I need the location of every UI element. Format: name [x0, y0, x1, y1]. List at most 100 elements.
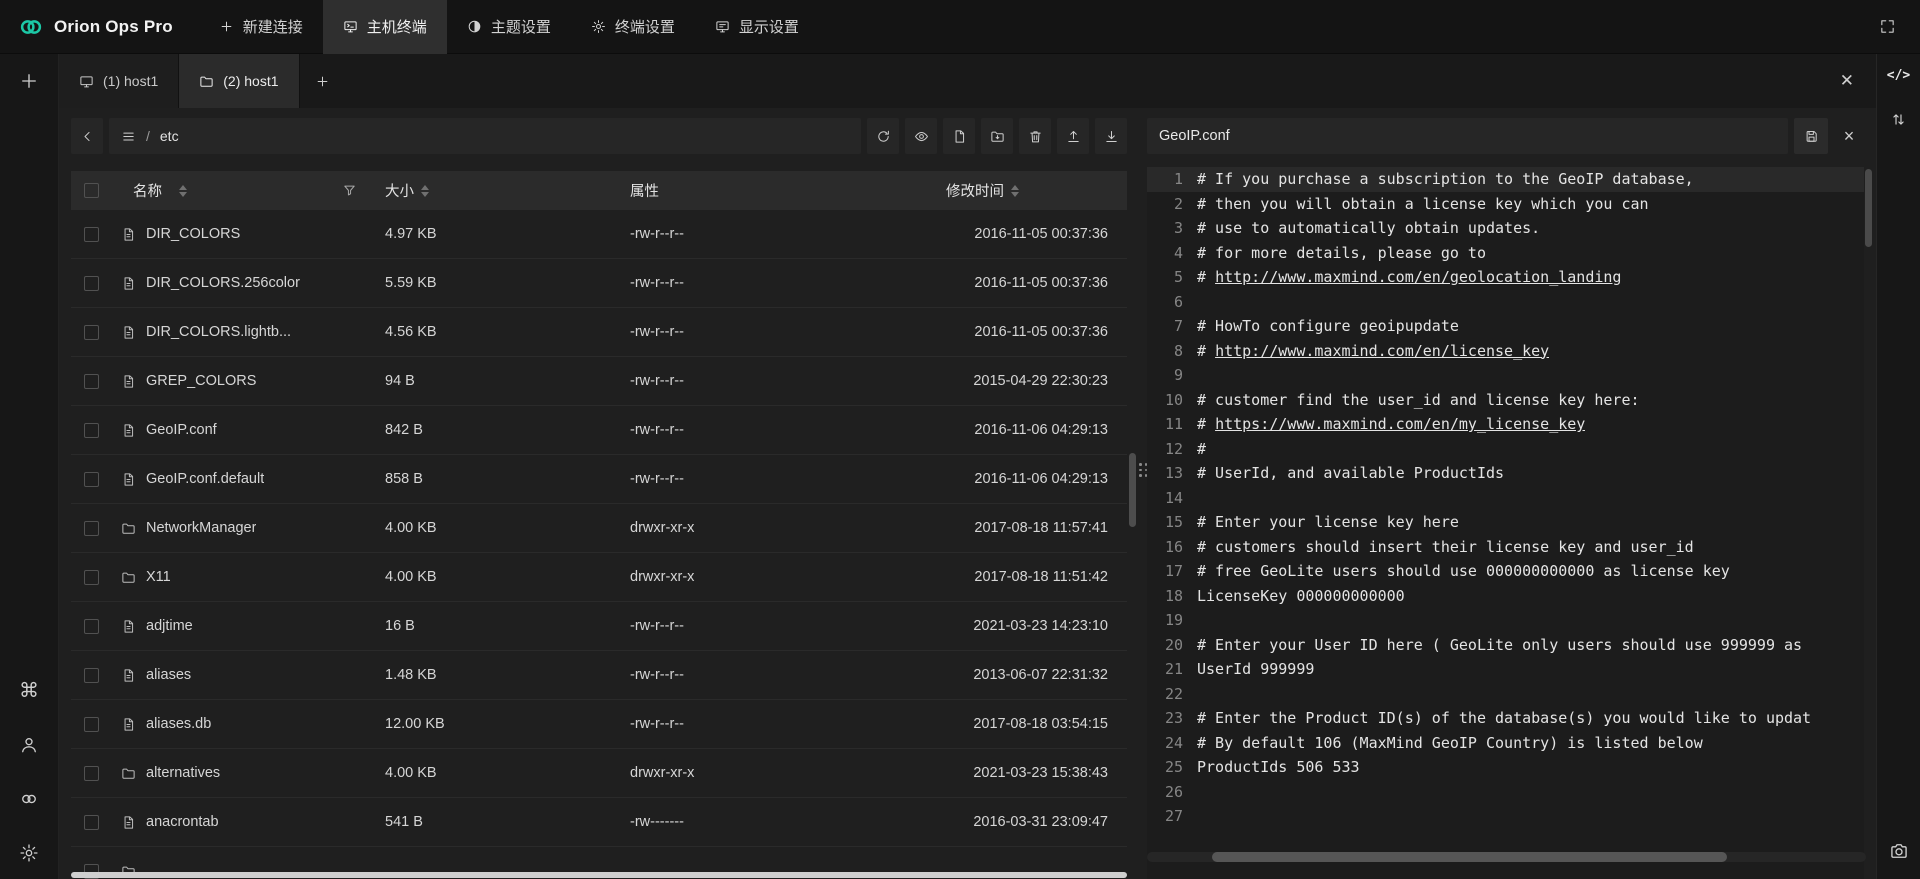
back-button[interactable] [71, 118, 103, 154]
row-checkbox[interactable] [84, 766, 99, 781]
file-mtime: 2016-11-05 00:37:36 [930, 275, 1127, 291]
nav-item-terminal-settings[interactable]: 终端设置 [571, 0, 695, 54]
row-checkbox[interactable] [84, 717, 99, 732]
panel-resize-handle[interactable] [1139, 463, 1147, 477]
table-row[interactable]: DIR_COLORS.lightb... 4.56 KB -rw-r--r-- … [71, 308, 1127, 357]
code-link[interactable]: http://www.maxmind.com/en/license_key [1215, 342, 1549, 360]
file-size: 4.00 KB [385, 569, 630, 585]
screenshot-button[interactable] [1889, 841, 1909, 861]
current-path[interactable]: etc [160, 128, 179, 144]
add-connection-button[interactable] [19, 71, 39, 91]
chevron-left-icon [80, 129, 95, 144]
table-row[interactable]: GeoIP.conf 842 B -rw-r--r-- 2016-11-06 0… [71, 406, 1127, 455]
table-row[interactable]: aliases 1.48 KB -rw-r--r-- 2013-06-07 22… [71, 651, 1127, 700]
header-time[interactable]: 修改时间 [930, 180, 1127, 201]
code-editor[interactable]: 1 # If you purchase a subscription to th… [1147, 167, 1864, 879]
select-all-checkbox[interactable] [84, 183, 99, 198]
file-table: 名称 大小 属性 修改时间 [71, 171, 1127, 879]
table-row[interactable]: alternatives 4.00 KB drwxr-xr-x 2021-03-… [71, 749, 1127, 798]
file-attrs: -rw-r--r-- [630, 275, 930, 291]
link-rings-icon [19, 789, 39, 809]
file-mtime: 2016-03-31 23:09:47 [930, 814, 1127, 830]
code-link[interactable]: http://www.maxmind.com/en/geolocation_la… [1215, 268, 1621, 286]
editor-hscrollbar-track[interactable] [1147, 852, 1866, 862]
editor-hscrollbar-thumb[interactable] [1212, 852, 1727, 862]
fullscreen-icon [1879, 18, 1896, 35]
download-button[interactable] [1095, 118, 1127, 154]
file-size: 858 B [385, 471, 630, 487]
delete-button[interactable] [1019, 118, 1051, 154]
table-row[interactable]: aliases.db 12.00 KB -rw-r--r-- 2017-08-1… [71, 700, 1127, 749]
table-row[interactable]: NetworkManager 4.00 KB drwxr-xr-x 2017-0… [71, 504, 1127, 553]
fullscreen-button[interactable] [1879, 18, 1920, 35]
editor-vscrollbar[interactable] [1865, 169, 1872, 247]
filter-button[interactable] [342, 183, 357, 198]
panel-divider[interactable] [1139, 108, 1147, 879]
table-row[interactable]: adjtime 16 B -rw-r--r-- 2021-03-23 14:23… [71, 602, 1127, 651]
close-panel-button[interactable]: ✕ [1818, 71, 1876, 91]
show-hidden-button[interactable] [905, 118, 937, 154]
shortcuts-button[interactable]: ⌘ [19, 681, 39, 701]
row-checkbox[interactable] [84, 423, 99, 438]
file-icon [121, 668, 136, 683]
code-line: 3 # use to automatically obtain updates. [1147, 216, 1864, 241]
connections-button[interactable] [19, 789, 39, 809]
app-title: Orion Ops Pro [54, 17, 173, 37]
table-row[interactable]: GREP_COLORS 94 B -rw-r--r-- 2015-04-29 2… [71, 357, 1127, 406]
new-file-button[interactable] [943, 118, 975, 154]
row-checkbox[interactable] [84, 325, 99, 340]
upload-button[interactable] [1057, 118, 1089, 154]
refresh-button[interactable] [867, 118, 899, 154]
row-checkbox[interactable] [84, 570, 99, 585]
header-name[interactable]: 名称 [115, 180, 385, 201]
editor-close-button[interactable]: × [1834, 118, 1864, 154]
tab-host1-files[interactable]: (2) host1 [179, 54, 299, 108]
nav-item-host-terminal[interactable]: 主机终端 [323, 0, 447, 54]
file-table-hscrollbar[interactable] [71, 872, 1127, 878]
nav-item-display-settings[interactable]: 显示设置 [695, 0, 819, 54]
sort-size[interactable] [421, 185, 429, 197]
table-row[interactable]: anacrontab 541 B -rw------- 2016-03-31 2… [71, 798, 1127, 847]
table-row[interactable]: DIR_COLORS.256color 5.59 KB -rw-r--r-- 2… [71, 259, 1127, 308]
new-tab-button[interactable] [300, 54, 346, 108]
file-table-vscrollbar[interactable] [1129, 453, 1136, 527]
table-row[interactable]: DIR_COLORS 4.97 KB -rw-r--r-- 2016-11-05… [71, 210, 1127, 259]
code-link[interactable]: https://www.maxmind.com/en/my_license_ke… [1215, 415, 1585, 433]
row-checkbox[interactable] [84, 472, 99, 487]
code-line: 1 # If you purchase a subscription to th… [1147, 167, 1864, 192]
file-size: 16 B [385, 618, 630, 634]
file-table-body: DIR_COLORS 4.97 KB -rw-r--r-- 2016-11-05… [71, 210, 1127, 879]
folder-icon [121, 521, 136, 536]
tab-host1-terminal[interactable]: (1) host1 [59, 54, 179, 108]
row-checkbox[interactable] [84, 619, 99, 634]
row-checkbox[interactable] [84, 521, 99, 536]
code-line: 14 [1147, 486, 1864, 511]
breadcrumb[interactable]: / etc [109, 118, 861, 154]
row-checkbox[interactable] [84, 227, 99, 242]
code-text: # By default 106 (MaxMind GeoIP Country)… [1197, 734, 1703, 752]
header-size[interactable]: 大小 [385, 180, 630, 201]
new-folder-button[interactable] [981, 118, 1013, 154]
row-checkbox[interactable] [84, 374, 99, 389]
file-name: NetworkManager [146, 520, 256, 536]
table-row[interactable]: X11 4.00 KB drwxr-xr-x 2017-08-18 11:51:… [71, 553, 1127, 602]
nav-item-theme-settings[interactable]: 主题设置 [447, 0, 571, 54]
file-size: 4.00 KB [385, 765, 630, 781]
line-number: 24 [1147, 731, 1183, 756]
settings-button[interactable] [19, 843, 39, 863]
row-checkbox[interactable] [84, 668, 99, 683]
nav-item-new-connection[interactable]: 新建连接 [199, 0, 323, 54]
editor-toggle-button[interactable]: </> [1887, 68, 1910, 83]
file-attrs: -rw------- [630, 814, 930, 830]
row-checkbox[interactable] [84, 815, 99, 830]
sort-time[interactable] [1011, 185, 1019, 197]
save-button[interactable] [1794, 118, 1828, 154]
file-icon [121, 374, 136, 389]
list-icon [121, 129, 136, 144]
users-button[interactable] [19, 735, 39, 755]
sort-transfer-button[interactable] [1890, 111, 1907, 128]
row-checkbox[interactable] [84, 276, 99, 291]
code-text: # Enter your license key here [1197, 513, 1459, 531]
table-row[interactable]: GeoIP.conf.default 858 B -rw-r--r-- 2016… [71, 455, 1127, 504]
sort-name[interactable] [179, 185, 187, 197]
